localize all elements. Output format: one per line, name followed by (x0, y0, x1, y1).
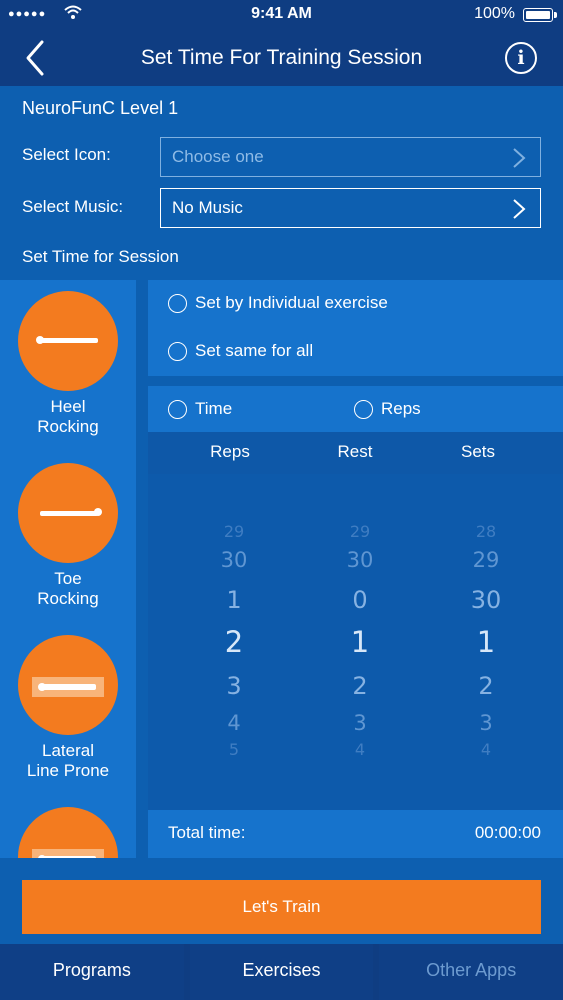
picker-value[interactable]: 28 (426, 522, 546, 541)
radio-reps[interactable]: Reps (354, 399, 421, 419)
exercise-list[interactable]: Heel Rocking Toe Rocking Lateral Line Prone (0, 280, 136, 858)
radio-circle (354, 399, 373, 419)
tab-programs[interactable]: Programs (0, 944, 184, 1000)
nav-bar: Set Time For Training Session i (0, 30, 563, 86)
radio-circle (168, 399, 187, 419)
status-bar: ●●●●● 9:41 AM 100% (0, 0, 563, 30)
picker-value[interactable]: 1 (174, 586, 294, 614)
exercise-name: Lateral Line Prone (26, 741, 110, 780)
picker-value[interactable]: 3 (300, 711, 420, 735)
radio-circle (168, 293, 187, 313)
tab-bar: Programs Exercises Other Apps (0, 944, 563, 1000)
picker-value[interactable]: 0 (300, 586, 420, 614)
picker-selected-value[interactable]: 1 (300, 625, 420, 659)
person-prone-icon (32, 677, 104, 697)
picker-value[interactable]: 30 (300, 548, 420, 572)
tab-other-apps[interactable]: Other Apps (379, 944, 563, 1000)
picker-value[interactable]: 2 (426, 672, 546, 700)
exercise-item-heel-rocking[interactable]: Heel Rocking (0, 291, 136, 437)
select-icon-label: Select Icon: (22, 145, 111, 164)
exercise-item-lateral-line-prone[interactable]: Lateral Line Prone (0, 635, 136, 781)
select-music-label: Select Music: (22, 197, 124, 216)
radio-time[interactable]: Time (168, 399, 232, 419)
select-music-value: No Music (172, 198, 243, 217)
info-icon[interactable]: i (505, 42, 537, 74)
exercise-name: Toe Rocking (37, 569, 99, 608)
level-title: NeuroFunC Level 1 (22, 98, 179, 118)
picker-header-rest: Rest (337, 442, 373, 461)
exercise-avatar (18, 807, 118, 858)
picker-value[interactable]: 4 (426, 740, 546, 759)
chevron-right-icon (513, 199, 526, 219)
lets-train-button[interactable]: Let's Train (22, 880, 541, 934)
exercise-avatar (18, 635, 118, 735)
total-time-value: 00:00:00 (474, 823, 541, 842)
exercise-name: Heel Rocking (37, 397, 99, 436)
select-icon-field[interactable]: Choose one (160, 137, 541, 177)
picker-value[interactable]: 29 (300, 522, 420, 541)
picker-value[interactable]: 4 (174, 711, 294, 735)
radio-set-same[interactable]: Set same for all (168, 341, 313, 361)
page-title: Set Time For Training Session (140, 46, 423, 69)
radio-label: Set same for all (195, 341, 314, 360)
picker-value[interactable]: 2 (300, 672, 420, 700)
picker-value[interactable]: 30 (174, 548, 294, 572)
battery-percent: 100% (474, 5, 515, 22)
total-time-bar: Total time: 00:00:00 (148, 810, 563, 858)
exercise-item-toe-rocking[interactable]: Toe Rocking (0, 463, 136, 609)
battery-icon (523, 8, 557, 22)
number-picker[interactable]: 29 30 1 2 3 4 5 29 30 0 1 2 3 4 28 29 30 1 2 3 4 (148, 474, 563, 810)
picker-value[interactable]: 5 (174, 740, 294, 759)
person-lying-icon (40, 508, 102, 516)
picker-value[interactable]: 4 (300, 740, 420, 759)
picker-value[interactable]: 29 (426, 548, 546, 572)
exercise-avatar (18, 463, 118, 563)
person-prone-icon (32, 849, 104, 858)
picker-value[interactable]: 3 (426, 711, 546, 735)
exercise-avatar (18, 291, 118, 391)
picker-value[interactable]: 3 (174, 672, 294, 700)
total-time-label: Total time: (168, 823, 246, 842)
chevron-right-icon (513, 148, 526, 168)
radio-label: Reps (381, 399, 421, 418)
picker-selected-value[interactable]: 2 (174, 625, 294, 659)
session-section-label: Set Time for Session (22, 247, 179, 266)
radio-set-individual[interactable]: Set by Individual exercise (168, 293, 388, 313)
select-icon-placeholder: Choose one (172, 147, 264, 166)
picker-header-sets: Sets (460, 442, 496, 461)
picker-value[interactable]: 29 (174, 522, 294, 541)
picker-selected-value[interactable]: 1 (426, 625, 546, 659)
picker-header: Reps Rest Sets (148, 432, 563, 474)
tab-exercises[interactable]: Exercises (189, 944, 374, 1000)
person-lying-icon (36, 336, 98, 344)
picker-value[interactable]: 30 (426, 586, 546, 614)
exercise-item-next[interactable] (0, 807, 136, 858)
radio-circle (168, 341, 187, 361)
select-music-field[interactable]: No Music (160, 188, 541, 228)
radio-label: Set by Individual exercise (195, 293, 388, 312)
picker-header-reps: Reps (210, 442, 250, 461)
radio-label: Time (195, 399, 233, 418)
